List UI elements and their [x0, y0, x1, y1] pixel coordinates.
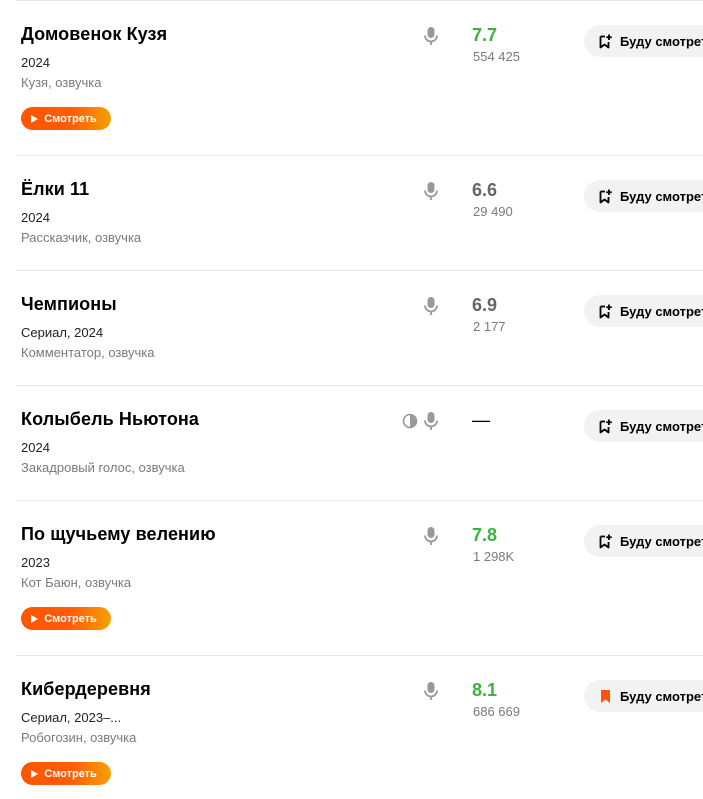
bookmark-plus-icon: [599, 189, 612, 203]
divider: [16, 270, 703, 271]
film-title[interactable]: По щучьему велению: [21, 524, 216, 545]
bookmark-plus-icon: [599, 534, 612, 548]
watchlist-button-label: Буду смотреть: [620, 533, 703, 549]
watch-button-label: Смотреть: [44, 112, 97, 125]
film-role: Кот Баюн, озвучка: [21, 575, 132, 590]
watchlist-button[interactable]: Буду смотреть: [584, 25, 703, 57]
half-circle-icon: [402, 413, 418, 429]
watchlist-button-label: Буду смотреть: [620, 188, 703, 204]
watch-button-label: Смотреть: [44, 767, 97, 780]
bookmark-plus-icon: [599, 34, 612, 48]
film-role: Рассказчик, озвучка: [21, 230, 142, 245]
list-item: Ёлки 11 2024 Рассказчик, озвучка 6.6 29 …: [0, 155, 703, 270]
film-role: Робогозин, озвучка: [21, 730, 137, 745]
rating-value: 8.1: [472, 680, 498, 700]
microphone-icon: [424, 27, 438, 45]
film-title[interactable]: Домовенок Кузя: [21, 24, 167, 45]
film-year: 2023: [21, 555, 50, 570]
microphone-icon: [424, 527, 438, 545]
play-icon: [31, 114, 39, 123]
watchlist-button-label: Буду смотреть: [620, 688, 703, 704]
watchlist-button-active[interactable]: Буду смотреть: [584, 680, 703, 712]
film-year: 2024: [21, 55, 50, 70]
list-item: По щучьему велению 2023 Кот Баюн, озвучк…: [0, 500, 703, 655]
bookmark-plus-icon: [599, 419, 612, 433]
rating-value: 6.9: [472, 295, 498, 315]
watch-button[interactable]: Смотреть: [21, 107, 111, 130]
watch-button[interactable]: Смотреть: [21, 762, 111, 785]
votes-count: 554 425: [473, 49, 520, 64]
film-role: Кузя, озвучка: [21, 75, 102, 90]
film-year: 2024: [21, 440, 50, 455]
film-title[interactable]: Чемпионы: [21, 294, 117, 315]
filmography-list: Домовенок Кузя 2024 Кузя, озвучка Смотре…: [0, 0, 703, 799]
divider: [16, 155, 703, 156]
microphone-icon: [424, 297, 438, 315]
film-year: Сериал, 2024: [21, 325, 104, 340]
votes-count: 686 669: [473, 704, 520, 719]
votes-count: 29 490: [473, 204, 513, 219]
bookmark-plus-icon: [599, 304, 612, 318]
play-icon: [31, 614, 39, 623]
rating-value: 6.6: [472, 180, 498, 200]
watchlist-button-label: Буду смотреть: [620, 33, 703, 49]
watchlist-button-label: Буду смотреть: [620, 418, 703, 434]
rating-value: 7.7: [472, 25, 498, 45]
list-item: Чемпионы Сериал, 2024 Комментатор, озвуч…: [0, 270, 703, 385]
watchlist-button[interactable]: Буду смотреть: [584, 295, 703, 327]
film-year: Сериал, 2023–...: [21, 710, 122, 725]
list-item: Колыбель Ньютона 2024 Закадровый голос, …: [0, 385, 703, 500]
divider: [16, 500, 703, 501]
microphone-icon: [424, 182, 438, 200]
watchlist-button-label: Буду смотреть: [620, 303, 703, 319]
votes-count: 1 298K: [473, 549, 515, 564]
divider: [16, 385, 703, 386]
list-item: Кибердеревня Сериал, 2023–... Робогозин,…: [0, 655, 703, 799]
watch-button-label: Смотреть: [44, 612, 97, 625]
rating-value: 7.8: [472, 525, 498, 545]
play-icon: [31, 769, 39, 778]
watchlist-button[interactable]: Буду смотреть: [584, 410, 703, 442]
microphone-icon: [424, 412, 438, 430]
list-item: Домовенок Кузя 2024 Кузя, озвучка Смотре…: [0, 0, 703, 155]
watch-button[interactable]: Смотреть: [21, 607, 111, 630]
microphone-icon: [424, 682, 438, 700]
film-year: 2024: [21, 210, 50, 225]
divider: [16, 0, 703, 1]
watchlist-button[interactable]: Буду смотреть: [584, 525, 703, 557]
film-role: Комментатор, озвучка: [21, 345, 155, 360]
votes-count: 2 177: [473, 319, 506, 334]
film-title[interactable]: Колыбель Ньютона: [21, 409, 199, 430]
film-title[interactable]: Ёлки 11: [21, 179, 89, 200]
bookmark-filled-icon: [601, 689, 610, 703]
film-title[interactable]: Кибердеревня: [21, 679, 151, 700]
rating-value: —: [472, 410, 490, 430]
watchlist-button[interactable]: Буду смотреть: [584, 180, 703, 212]
divider: [16, 655, 703, 656]
film-role: Закадровый голос, озвучка: [21, 460, 185, 475]
